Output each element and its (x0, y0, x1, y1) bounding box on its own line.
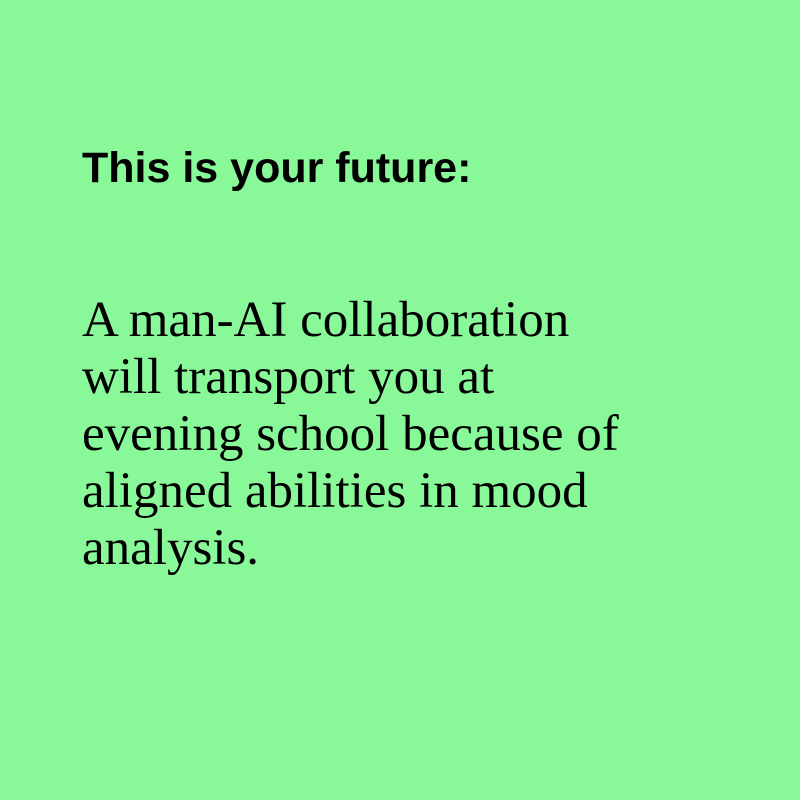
body-line: aligned abilities in mood (82, 463, 588, 519)
card-heading: This is your future: (82, 144, 472, 192)
body-line: will transport you at (82, 349, 495, 405)
future-card: This is your future: A man-AI collaborat… (0, 0, 800, 800)
body-line: analysis. (82, 520, 260, 576)
body-line: A man-AI collaboration (82, 292, 570, 348)
card-body-text: A man-AI collaboration will transport yo… (82, 292, 722, 577)
body-line: evening school because of (82, 406, 619, 462)
